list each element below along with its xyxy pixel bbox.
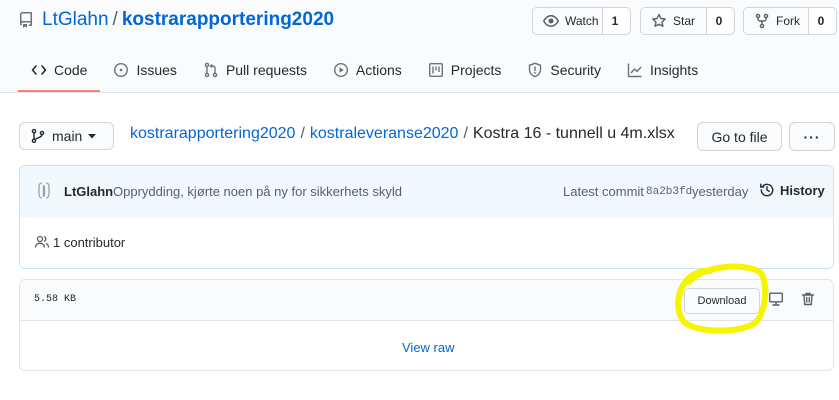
branch-label: main	[52, 128, 83, 144]
shield-icon	[527, 62, 543, 78]
breadcrumb: kostrarapportering2020 / kostraleveranse…	[130, 124, 675, 144]
tab-actions-label: Actions	[355, 62, 402, 78]
branch-select-button[interactable]: main	[19, 122, 114, 150]
tab-insights[interactable]: Insights	[614, 52, 711, 88]
tab-code[interactable]: Code	[18, 52, 101, 92]
repo-title: LtGlahn / kostrarapportering2020	[18, 8, 334, 32]
history-icon	[759, 182, 775, 198]
commit-sha-link[interactable]: 8a2b3fd	[646, 186, 692, 198]
watch-label: Watch	[565, 14, 599, 28]
tab-security-label: Security	[550, 62, 601, 78]
tab-projects-label: Projects	[450, 62, 502, 78]
desktop-icon[interactable]	[768, 291, 784, 307]
tab-security[interactable]: Security	[514, 52, 614, 88]
breadcrumb-current-file: Kostra 16 - tunnell u 4m.xlsx	[472, 125, 675, 142]
latest-commit-label: Latest commit	[563, 184, 644, 199]
repo-owner-link[interactable]: LtGlahn	[42, 9, 109, 31]
go-to-file-button[interactable]: Go to file	[697, 122, 782, 151]
tab-projects[interactable]: Projects	[415, 52, 515, 88]
star-count[interactable]: 0	[707, 8, 731, 34]
caret-down-icon	[88, 132, 97, 140]
pull-request-icon	[203, 62, 219, 78]
fork-button[interactable]: Fork	[744, 8, 809, 34]
repo-tabs: Code Issues Pull requests Actions Projec…	[18, 52, 711, 92]
branch-icon	[30, 128, 46, 144]
breadcrumb-separator: /	[300, 125, 305, 142]
highlight-circle-annotation	[675, 263, 769, 334]
repo-icon	[18, 12, 34, 28]
more-options-button[interactable]: ···	[789, 122, 835, 151]
history-label: History	[780, 182, 825, 198]
fork-label: Fork	[776, 14, 800, 28]
commit-author-link[interactable]: LtGlahn	[64, 184, 113, 199]
repo-name-link[interactable]: kostrarapportering2020	[122, 9, 334, 31]
tab-issues[interactable]: Issues	[100, 52, 189, 88]
avatar[interactable]	[34, 180, 54, 202]
fork-icon	[754, 13, 770, 29]
contributors-link[interactable]: 1 contributor	[34, 234, 125, 250]
issue-icon	[113, 62, 129, 78]
eye-icon	[543, 13, 559, 29]
star-button[interactable]: Star	[641, 8, 707, 34]
watch-button-group: Watch 1	[532, 7, 631, 35]
tab-code-label: Code	[54, 62, 88, 78]
commit-message-link[interactable]: Opprydding, kjørte noen på ny for sikker…	[113, 184, 402, 199]
breadcrumb-separator: /	[463, 125, 468, 142]
history-link[interactable]: History	[759, 182, 825, 198]
play-icon	[333, 62, 349, 78]
graph-icon	[627, 62, 643, 78]
tab-actions[interactable]: Actions	[320, 52, 415, 88]
tab-issues-label: Issues	[136, 62, 177, 78]
breadcrumb-root-link[interactable]: kostrarapportering2020	[130, 125, 295, 143]
commit-time: yesterday	[692, 184, 749, 199]
repo-separator: /	[112, 9, 118, 30]
people-icon	[34, 234, 50, 250]
fork-count[interactable]: 0	[809, 8, 833, 34]
tab-pull-requests-label: Pull requests	[225, 62, 307, 78]
project-icon	[428, 62, 444, 78]
contributors-text: 1 contributor	[53, 234, 126, 250]
star-button-group: Star 0	[640, 7, 735, 35]
view-raw-link[interactable]: View raw	[402, 340, 455, 355]
contributors-bar: 1 contributor	[20, 218, 833, 268]
latest-commit-bar: LtGlahn Opprydding, kjørte noen på ny fo…	[20, 166, 833, 219]
watch-count[interactable]: 1	[603, 8, 627, 34]
watch-button[interactable]: Watch	[533, 8, 603, 34]
fork-button-group: Fork 0	[743, 7, 837, 35]
tab-insights-label: Insights	[649, 62, 699, 78]
code-icon	[31, 62, 47, 78]
star-icon	[651, 13, 667, 29]
breadcrumb-folder-link[interactable]: kostraleveranse2020	[310, 125, 459, 143]
trash-icon[interactable]	[800, 291, 816, 307]
star-label: Star	[673, 14, 696, 28]
file-size: 5.58 KB	[34, 294, 77, 305]
commit-box: LtGlahn Opprydding, kjørte noen på ny fo…	[19, 165, 834, 269]
tab-pull-requests[interactable]: Pull requests	[190, 52, 320, 88]
